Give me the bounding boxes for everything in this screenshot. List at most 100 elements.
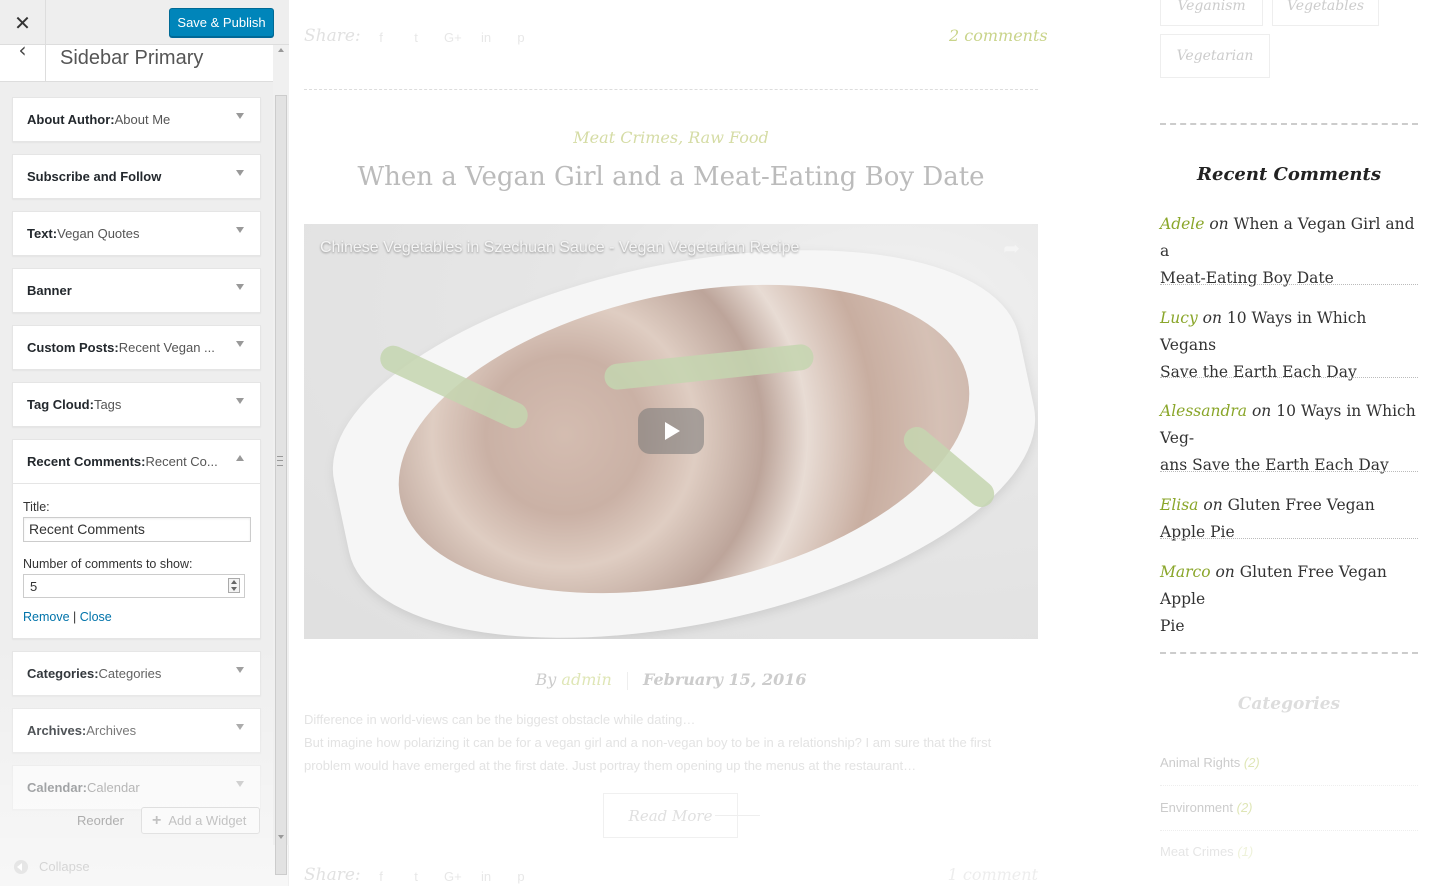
tag-link[interactable]: Veganism xyxy=(1160,0,1263,26)
video-embed[interactable]: Chinese Vegetables in Szechuan Sauce - V… xyxy=(304,224,1038,639)
twitter-icon[interactable]: t xyxy=(409,30,423,45)
pinterest-icon[interactable]: p xyxy=(514,869,528,884)
comment-divider xyxy=(1160,284,1418,285)
comment-author[interactable]: Elisa xyxy=(1160,496,1198,514)
close-icon: ✕ xyxy=(14,10,31,35)
comment-divider xyxy=(1160,377,1418,378)
comments-count-link[interactable]: 1 comment xyxy=(948,865,1038,884)
category-item[interactable]: Environment (2) xyxy=(1160,800,1253,815)
comment-author[interactable]: Lucy xyxy=(1160,309,1198,327)
post-byline: By admin February 15, 2016 xyxy=(304,670,1038,690)
widget-header[interactable]: Text: Vegan Quotes xyxy=(13,212,260,255)
category-name[interactable]: Environment xyxy=(1160,800,1233,815)
widget-title: Recent Co... xyxy=(145,454,218,469)
widget-archives[interactable]: Archives: Archives xyxy=(12,708,261,753)
decrement-icon[interactable] xyxy=(231,587,237,591)
widget-calendar[interactable]: Calendar: Calendar xyxy=(12,765,261,810)
widget-name: About Author xyxy=(27,112,111,127)
chevron-down-icon[interactable] xyxy=(236,398,244,404)
tag-link[interactable]: Vegetables xyxy=(1272,0,1379,26)
scrollbar-thumb[interactable] xyxy=(275,95,287,875)
video-title[interactable]: Chinese Vegetables in Szechuan Sauce - V… xyxy=(320,239,799,257)
google-plus-icon[interactable]: G+ xyxy=(444,30,462,45)
comment-count-input[interactable]: 5 xyxy=(23,574,245,598)
grip-icon[interactable] xyxy=(277,456,283,466)
number-stepper[interactable] xyxy=(228,578,240,593)
widget-name: Custom Posts xyxy=(27,340,115,355)
linkedin-icon[interactable]: in xyxy=(479,30,493,45)
share-icons: f t G+ in p xyxy=(374,869,528,884)
comment-author[interactable]: Marco xyxy=(1160,563,1211,581)
comment-author[interactable]: Adele xyxy=(1160,215,1204,233)
category-item[interactable]: Animal Rights (2) xyxy=(1160,755,1260,770)
category-name[interactable]: Animal Rights xyxy=(1160,755,1240,770)
back-button[interactable]: ‹ xyxy=(0,40,46,82)
post-categories[interactable]: Meat Crimes, Raw Food xyxy=(304,128,1038,147)
comment-post-link-cont[interactable]: Save the Earth Each Day xyxy=(1160,363,1357,381)
chevron-down-icon[interactable] xyxy=(236,667,244,673)
author-link[interactable]: admin xyxy=(561,670,611,689)
widget-name: Calendar xyxy=(27,780,83,795)
scroll-down-icon[interactable] xyxy=(278,835,284,839)
widget-header[interactable]: Calendar: Calendar xyxy=(13,766,260,809)
close-link[interactable]: Close xyxy=(80,610,112,624)
widget-header[interactable]: Tag Cloud: Tags xyxy=(13,383,260,426)
comment-author[interactable]: Alessandra xyxy=(1160,402,1247,420)
tag-link[interactable]: Vegetarian xyxy=(1160,34,1270,78)
category-count: (2) xyxy=(1236,800,1253,815)
chevron-down-icon[interactable] xyxy=(236,724,244,730)
chevron-down-icon[interactable] xyxy=(236,113,244,119)
post-title[interactable]: When a Vegan Girl and a Meat-Eating Boy … xyxy=(304,162,1038,192)
widget-header[interactable]: Categories: Categories xyxy=(13,652,260,695)
twitter-icon[interactable]: t xyxy=(409,869,423,884)
increment-icon[interactable] xyxy=(231,580,237,584)
add-widget-button[interactable]: + Add a Widget xyxy=(141,807,260,834)
sidebar-scrollbar[interactable] xyxy=(273,45,289,875)
widget-header[interactable]: Subscribe and Follow xyxy=(13,155,260,198)
widget-footer-actions: Reorder + Add a Widget xyxy=(0,807,270,834)
comment-on: on xyxy=(1204,215,1234,233)
collapse-button[interactable]: Collapse xyxy=(14,859,90,874)
scroll-up-icon[interactable] xyxy=(278,48,284,52)
widget-header[interactable]: Banner xyxy=(13,269,260,312)
widget-custom-posts[interactable]: Custom Posts: Recent Vegan ... xyxy=(12,325,261,370)
chevron-down-icon[interactable] xyxy=(236,284,244,290)
facebook-icon[interactable]: f xyxy=(374,30,388,45)
facebook-icon[interactable]: f xyxy=(374,869,388,884)
recent-comments-form: Title: Recent Comments Number of comment… xyxy=(13,483,260,638)
site-preview: Share: f t G+ in p 2 comments Meat Crime… xyxy=(290,0,1433,886)
widget-name: Subscribe and Follow xyxy=(27,169,162,184)
share-icon[interactable]: ➦ xyxy=(1003,236,1020,261)
category-item[interactable]: Meat Crimes (1) xyxy=(1160,844,1253,859)
chevron-down-icon[interactable] xyxy=(236,227,244,233)
widget-recent-comments[interactable]: Recent Comments: Recent Co... Title: Rec… xyxy=(12,439,261,639)
customizer-header: ✕ Save & Publish xyxy=(0,0,289,45)
widget-tag-cloud[interactable]: Tag Cloud: Tags xyxy=(12,382,261,427)
remove-link[interactable]: Remove xyxy=(23,610,70,624)
widget-header[interactable]: Archives: Archives xyxy=(13,709,260,752)
linkedin-icon[interactable]: in xyxy=(479,869,493,884)
widget-header[interactable]: Custom Posts: Recent Vegan ... xyxy=(13,326,260,369)
widget-subscribe-follow[interactable]: Subscribe and Follow xyxy=(12,154,261,199)
comment-on: on xyxy=(1198,496,1228,514)
widget-header[interactable]: Recent Comments: Recent Co... xyxy=(13,440,260,483)
chevron-down-icon[interactable] xyxy=(236,170,244,176)
save-publish-button[interactable]: Save & Publish xyxy=(169,8,274,37)
widget-banner[interactable]: Banner xyxy=(12,268,261,313)
widget-title: Calendar xyxy=(86,780,140,795)
reorder-link[interactable]: Reorder xyxy=(77,813,124,828)
widget-categories[interactable]: Categories: Categories xyxy=(12,651,261,696)
chevron-down-icon[interactable] xyxy=(236,781,244,787)
chevron-down-icon[interactable] xyxy=(236,341,244,347)
google-plus-icon[interactable]: G+ xyxy=(444,869,462,884)
chevron-up-icon[interactable] xyxy=(236,455,244,461)
widget-header[interactable]: About Author: About Me xyxy=(13,98,260,141)
play-button[interactable] xyxy=(638,408,704,454)
categories-heading: Categories xyxy=(1237,694,1341,714)
comment-post-link-cont[interactable]: Pie xyxy=(1160,617,1185,635)
widget-text[interactable]: Text: Vegan Quotes xyxy=(12,211,261,256)
widget-about-author[interactable]: About Author: About Me xyxy=(12,97,261,142)
category-name[interactable]: Meat Crimes xyxy=(1160,844,1234,859)
pinterest-icon[interactable]: p xyxy=(514,30,528,45)
title-input[interactable]: Recent Comments xyxy=(23,517,251,542)
